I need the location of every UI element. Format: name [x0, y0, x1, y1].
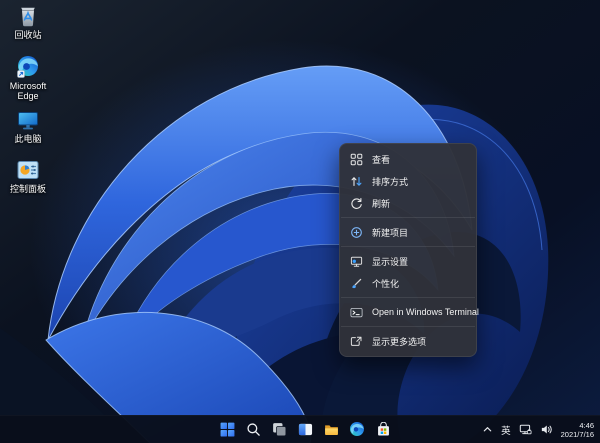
edge-icon — [349, 421, 365, 437]
menu-item-label: Open in Windows Terminal — [372, 307, 479, 317]
clock-time: 4:46 — [561, 421, 594, 430]
menu-item-label: 查看 — [372, 153, 390, 166]
menu-item-personalize[interactable]: 个性化 — [340, 272, 476, 294]
windows-11-desktop: 回收站 Microsoft Edge — [0, 0, 600, 443]
search-icon — [246, 422, 261, 437]
edge-icon — [16, 55, 40, 79]
menu-separator — [341, 217, 475, 218]
view-grid-icon — [350, 153, 363, 166]
menu-item-display-settings[interactable]: 显示设置 — [340, 250, 476, 272]
desktop-icon-recycle-bin[interactable]: 回收站 — [0, 4, 56, 40]
file-explorer-icon — [324, 422, 339, 437]
desktop-icon-label: 回收站 — [14, 30, 41, 40]
edge-button[interactable] — [345, 417, 369, 441]
this-pc-icon — [16, 108, 40, 132]
desktop-context-menu: 查看 排序方式 刷新 — [339, 143, 477, 357]
taskbar-tray: 英 4:46 2021/7/16 — [482, 416, 594, 443]
menu-item-new[interactable]: 新建项目 — [340, 221, 476, 243]
widgets-button[interactable] — [293, 417, 317, 441]
menu-item-label: 刷新 — [372, 197, 390, 210]
menu-item-label: 显示设置 — [372, 255, 408, 268]
menu-item-label: 个性化 — [372, 277, 399, 290]
start-button[interactable] — [215, 417, 239, 441]
chevron-up-icon — [482, 424, 493, 435]
refresh-icon — [350, 197, 363, 210]
menu-item-sort-by[interactable]: 排序方式 — [340, 170, 476, 192]
input-language-indicator[interactable]: 英 — [501, 423, 511, 437]
menu-item-label: 排序方式 — [372, 175, 408, 188]
desktop-icon-label: Microsoft Edge — [1, 81, 55, 101]
desktop-icon-label: 此电脑 — [14, 134, 41, 144]
menu-item-open-in-windows-terminal[interactable]: Open in Windows Terminal — [340, 301, 476, 323]
menu-separator — [341, 246, 475, 247]
network-icon[interactable] — [519, 423, 532, 436]
menu-item-label: 新建项目 — [372, 226, 408, 239]
menu-item-label: 显示更多选项 — [372, 335, 426, 348]
widgets-icon — [298, 422, 313, 437]
microsoft-store-button[interactable] — [371, 417, 395, 441]
menu-item-refresh[interactable]: 刷新 — [340, 192, 476, 214]
taskbar: 英 4:46 2021/7/16 — [0, 415, 600, 443]
windows-terminal-icon — [350, 306, 363, 319]
search-button[interactable] — [241, 417, 265, 441]
more-options-icon — [350, 335, 363, 348]
display-settings-icon — [350, 255, 363, 268]
volume-icon[interactable] — [540, 423, 553, 436]
sort-icon — [350, 175, 363, 188]
task-view-button[interactable] — [267, 417, 291, 441]
clock-date: 2021/7/16 — [561, 430, 594, 439]
menu-separator — [341, 326, 475, 327]
clock[interactable]: 4:46 2021/7/16 — [561, 421, 594, 439]
recycle-bin-icon — [16, 4, 40, 28]
task-view-icon — [272, 422, 287, 437]
new-item-icon — [350, 226, 363, 239]
desktop-icon-label: 控制面板 — [10, 184, 46, 194]
microsoft-store-icon — [376, 422, 391, 437]
desktop-icon-control-panel[interactable]: 控制面板 — [0, 158, 56, 194]
taskbar-center-icons — [215, 417, 395, 441]
desktop-icon-microsoft-edge[interactable]: Microsoft Edge — [0, 55, 56, 101]
menu-separator — [341, 297, 475, 298]
menu-item-show-more-options[interactable]: 显示更多选项 — [340, 330, 476, 352]
desktop-icon-this-pc[interactable]: 此电脑 — [0, 108, 56, 144]
personalize-icon — [350, 277, 363, 290]
wallpaper-bloom — [0, 0, 600, 443]
start-icon — [220, 422, 235, 437]
file-explorer-button[interactable] — [319, 417, 343, 441]
show-hidden-icons-button[interactable] — [482, 424, 493, 435]
menu-item-view[interactable]: 查看 — [340, 148, 476, 170]
control-panel-icon — [16, 158, 40, 182]
